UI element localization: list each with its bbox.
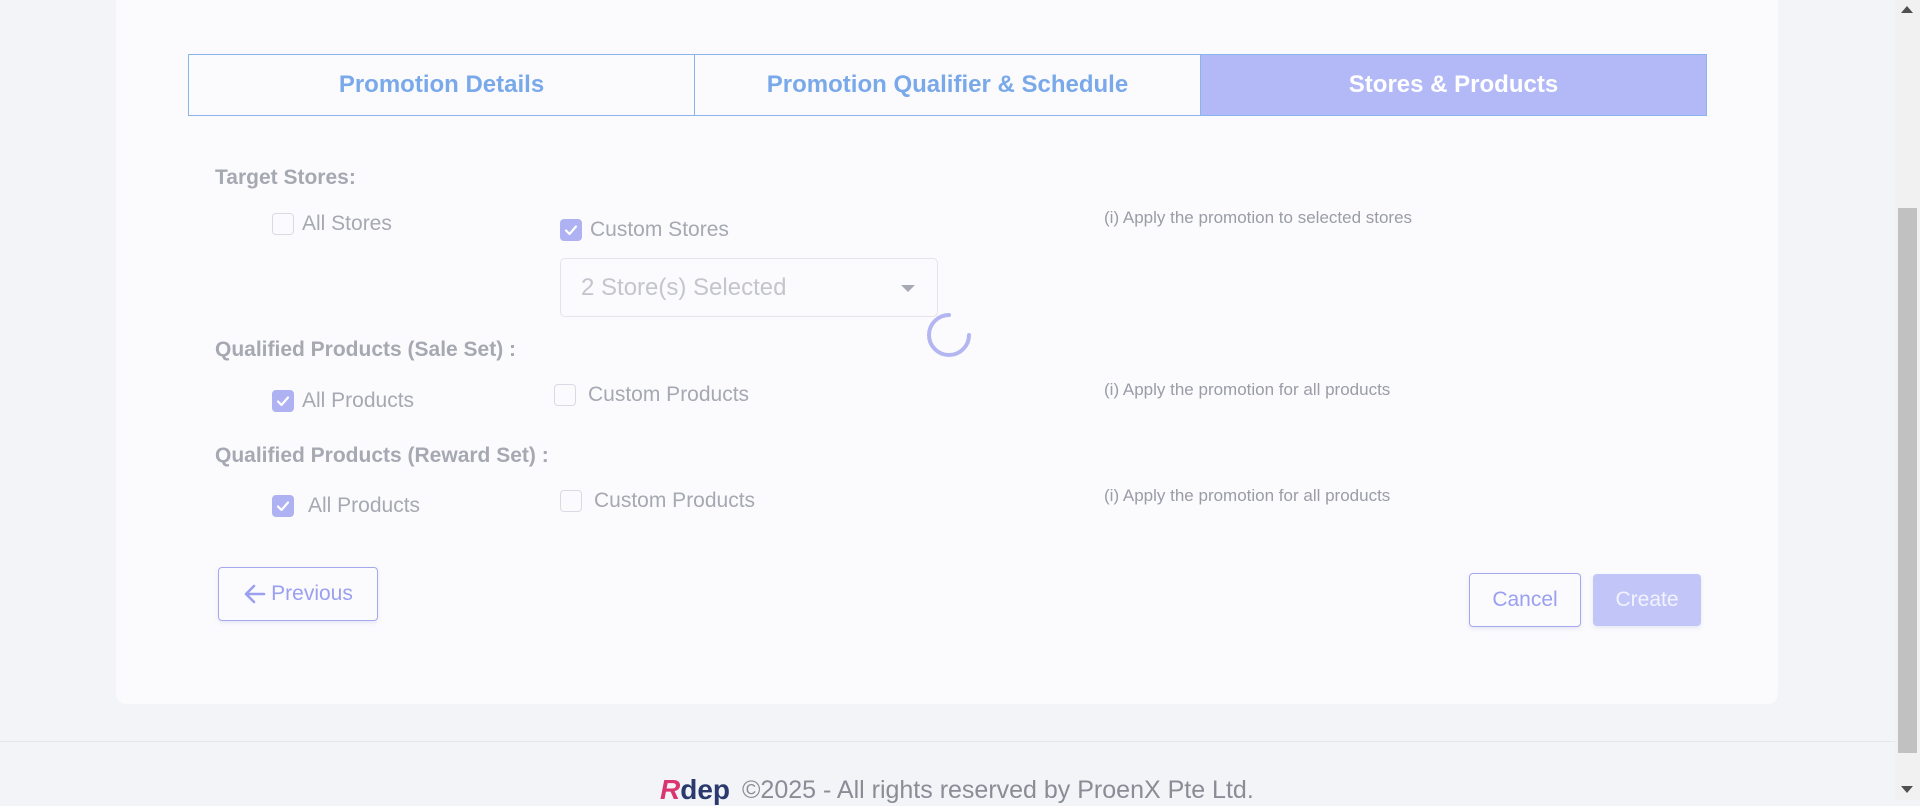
- sale-set-label: Qualified Products (Sale Set) :: [215, 338, 517, 361]
- previous-button-label: Previous: [271, 582, 353, 605]
- target-stores-hint: (i) Apply the promotion to selected stor…: [1104, 208, 1413, 227]
- sale-all-products-label: All Products: [302, 389, 415, 412]
- reward-custom-products-label: Custom Products: [594, 489, 756, 512]
- custom-stores-checkbox[interactable]: [560, 219, 582, 241]
- footer-divider: [0, 741, 1895, 742]
- step-tabs: Promotion Details Promotion Qualifier & …: [188, 54, 1707, 116]
- cancel-button[interactable]: Cancel: [1469, 573, 1581, 627]
- check-icon: [276, 396, 290, 407]
- reward-custom-products-checkbox[interactable]: [560, 490, 582, 512]
- footer-copyright: ©2025 - All rights reserved by ProenX Pt…: [742, 775, 1254, 804]
- stores-select-value: 2 Store(s) Selected: [581, 273, 787, 301]
- check-icon: [276, 501, 290, 512]
- target-stores-label: Target Stores:: [215, 166, 356, 189]
- arrow-left-icon: [244, 584, 266, 604]
- sale-all-products-checkbox[interactable]: [272, 390, 294, 412]
- cancel-button-label: Cancel: [1492, 588, 1558, 611]
- tab-stores-products[interactable]: Stores & Products: [1201, 54, 1707, 116]
- custom-stores-option[interactable]: Custom Stores: [560, 218, 729, 242]
- stores-select[interactable]: 2 Store(s) Selected: [560, 258, 938, 317]
- scroll-up-arrow-icon[interactable]: [1901, 6, 1913, 13]
- reward-all-products-checkbox[interactable]: [272, 495, 294, 517]
- reward-set-hint: (i) Apply the promotion for all products: [1104, 486, 1391, 505]
- reward-all-products-option[interactable]: All Products: [272, 494, 420, 518]
- reward-custom-products-option[interactable]: Custom Products: [560, 489, 755, 513]
- reward-all-products-label: All Products: [308, 494, 421, 517]
- all-stores-checkbox[interactable]: [272, 213, 294, 235]
- all-stores-option[interactable]: All Stores: [272, 212, 392, 236]
- create-button[interactable]: Create: [1593, 574, 1701, 626]
- scroll-down-arrow-icon[interactable]: [1901, 786, 1913, 793]
- scrollbar-thumb[interactable]: [1898, 208, 1917, 753]
- loading-spinner-icon: [927, 313, 971, 357]
- rdep-logo: Rdep: [660, 774, 731, 805]
- tab-promotion-details[interactable]: Promotion Details: [188, 54, 695, 116]
- sale-set-hint: (i) Apply the promotion for all products: [1104, 380, 1391, 399]
- sale-all-products-option[interactable]: All Products: [272, 389, 414, 413]
- previous-button[interactable]: Previous: [218, 567, 378, 621]
- sale-custom-products-label: Custom Products: [588, 383, 750, 406]
- reward-set-label: Qualified Products (Reward Set) :: [215, 444, 549, 467]
- sale-custom-products-checkbox[interactable]: [554, 384, 576, 406]
- sale-custom-products-option[interactable]: Custom Products: [554, 383, 749, 407]
- check-icon: [564, 225, 578, 236]
- create-button-label: Create: [1615, 588, 1679, 611]
- footer: Rdep ©2025 - All rights reserved by Proe…: [660, 774, 1254, 806]
- chevron-down-icon: [901, 285, 915, 292]
- custom-stores-label: Custom Stores: [590, 218, 729, 241]
- all-stores-label: All Stores: [302, 212, 392, 235]
- tab-promotion-qualifier-schedule[interactable]: Promotion Qualifier & Schedule: [695, 54, 1201, 116]
